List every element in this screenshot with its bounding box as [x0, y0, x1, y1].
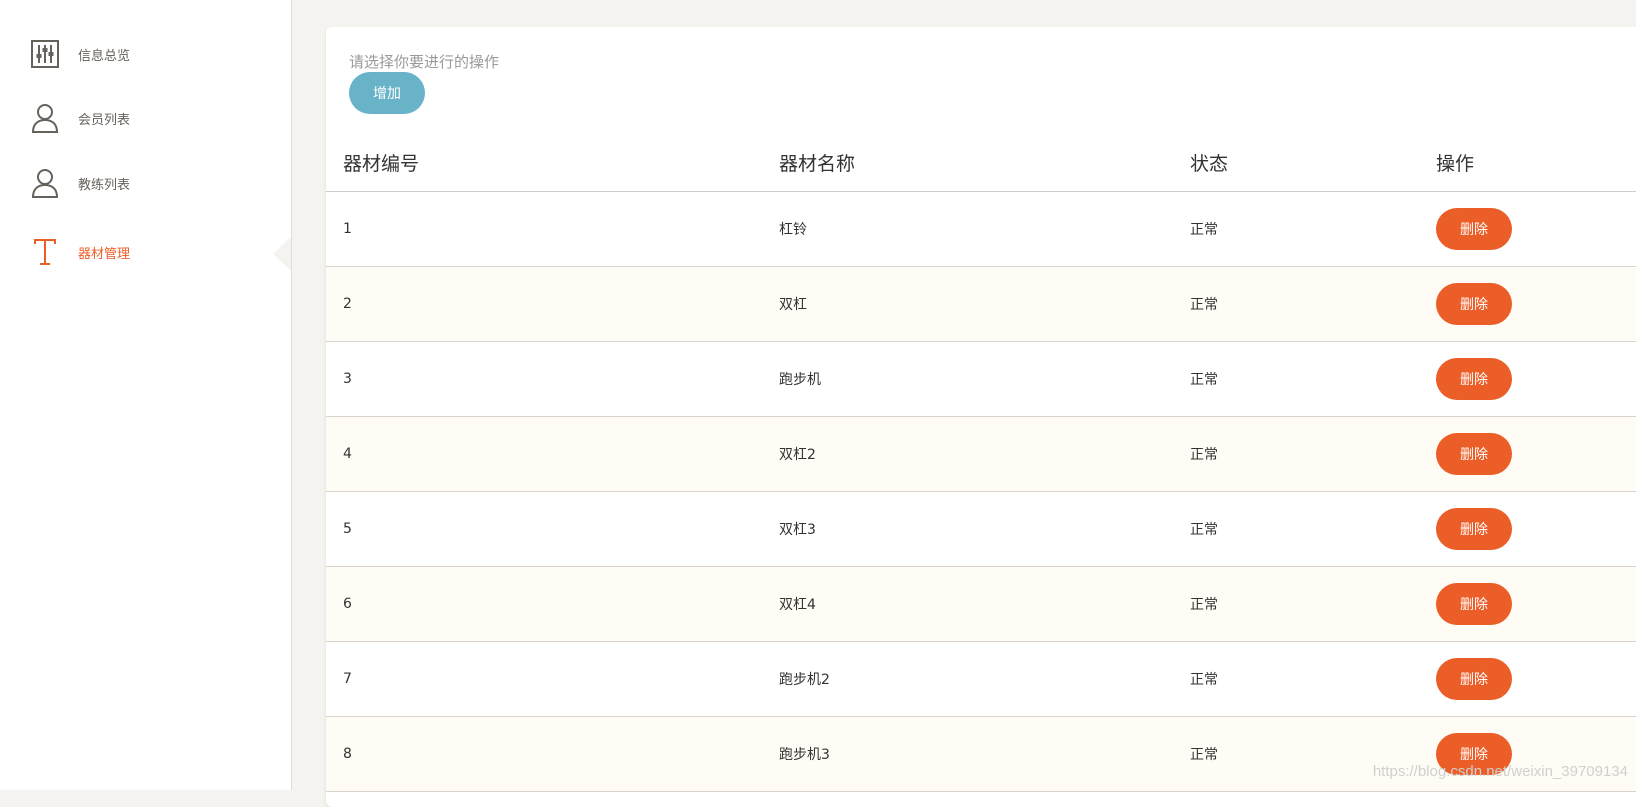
- sidebar-item-equipment[interactable]: 器材管理: [30, 232, 130, 272]
- cell-name: 双杠3: [779, 519, 816, 539]
- sidebar-item-label: 会员列表: [78, 109, 130, 128]
- table-row: 6 双杠4 正常 删除: [326, 567, 1636, 642]
- cell-status: 正常: [1190, 294, 1218, 314]
- header-id: 器材编号: [343, 149, 419, 176]
- cell-name: 双杠: [779, 294, 807, 314]
- watermark: https://blog.csdn.net/weixin_39709134: [1373, 763, 1628, 780]
- table-row: 5 双杠3 正常 删除: [326, 492, 1636, 567]
- header-name: 器材名称: [779, 149, 855, 176]
- delete-button[interactable]: 删除: [1436, 658, 1512, 700]
- add-button[interactable]: 增加: [349, 72, 425, 114]
- sliders-icon: [30, 36, 60, 72]
- delete-button[interactable]: 删除: [1436, 283, 1512, 325]
- sidebar-item-label: 信息总览: [78, 45, 130, 64]
- cell-name: 双杠4: [779, 594, 816, 614]
- cell-name: 跑步机3: [779, 744, 830, 764]
- text-t-icon: [30, 234, 60, 270]
- cell-status: 正常: [1190, 444, 1218, 464]
- cell-id: 2: [343, 296, 352, 312]
- delete-button[interactable]: 删除: [1436, 508, 1512, 550]
- cell-id: 6: [343, 596, 352, 612]
- delete-button[interactable]: 删除: [1436, 433, 1512, 475]
- operation-prompt: 请选择你要进行的操作: [349, 51, 499, 72]
- cell-id: 7: [343, 671, 352, 687]
- table-row: 4 双杠2 正常 删除: [326, 417, 1636, 492]
- table-row: 7 跑步机2 正常 删除: [326, 642, 1636, 717]
- delete-button[interactable]: 删除: [1436, 583, 1512, 625]
- sidebar-item-label: 教练列表: [78, 174, 130, 193]
- cell-status: 正常: [1190, 369, 1218, 389]
- cell-name: 跑步机: [779, 369, 821, 389]
- equipment-card: 请选择你要进行的操作 增加 器材编号 器材名称 状态 操作 1 杠铃 正常 删除…: [326, 27, 1636, 807]
- user-icon: [30, 100, 60, 136]
- active-indicator: [273, 237, 291, 271]
- table-row: 1 杠铃 正常 删除: [326, 192, 1636, 267]
- header-status: 状态: [1190, 149, 1228, 176]
- user-icon: [30, 165, 60, 201]
- cell-id: 8: [343, 746, 352, 762]
- sidebar: 信息总览 会员列表 教练列表 器材管理: [0, 0, 292, 790]
- sidebar-item-overview[interactable]: 信息总览: [30, 34, 130, 74]
- sidebar-item-coaches[interactable]: 教练列表: [30, 163, 130, 203]
- cell-name: 杠铃: [779, 219, 807, 239]
- cell-status: 正常: [1190, 669, 1218, 689]
- table-row: 3 跑步机 正常 删除: [326, 342, 1636, 417]
- cell-name: 跑步机2: [779, 669, 830, 689]
- delete-button[interactable]: 删除: [1436, 208, 1512, 250]
- cell-id: 3: [343, 371, 352, 387]
- cell-id: 4: [343, 446, 352, 462]
- table-row: 8 跑步机3 正常 删除: [326, 717, 1636, 792]
- sidebar-item-members[interactable]: 会员列表: [30, 98, 130, 138]
- header-action: 操作: [1436, 149, 1474, 176]
- cell-status: 正常: [1190, 744, 1218, 764]
- equipment-table: 器材编号 器材名称 状态 操作 1 杠铃 正常 删除 2 双杠 正常 删除 3 …: [326, 134, 1636, 792]
- cell-status: 正常: [1190, 519, 1218, 539]
- table-row: 2 双杠 正常 删除: [326, 267, 1636, 342]
- cell-name: 双杠2: [779, 444, 816, 464]
- table-header: 器材编号 器材名称 状态 操作: [326, 134, 1636, 192]
- sidebar-item-label: 器材管理: [78, 243, 130, 262]
- cell-id: 5: [343, 521, 352, 537]
- delete-button[interactable]: 删除: [1436, 358, 1512, 400]
- cell-status: 正常: [1190, 219, 1218, 239]
- cell-status: 正常: [1190, 594, 1218, 614]
- cell-id: 1: [343, 221, 352, 237]
